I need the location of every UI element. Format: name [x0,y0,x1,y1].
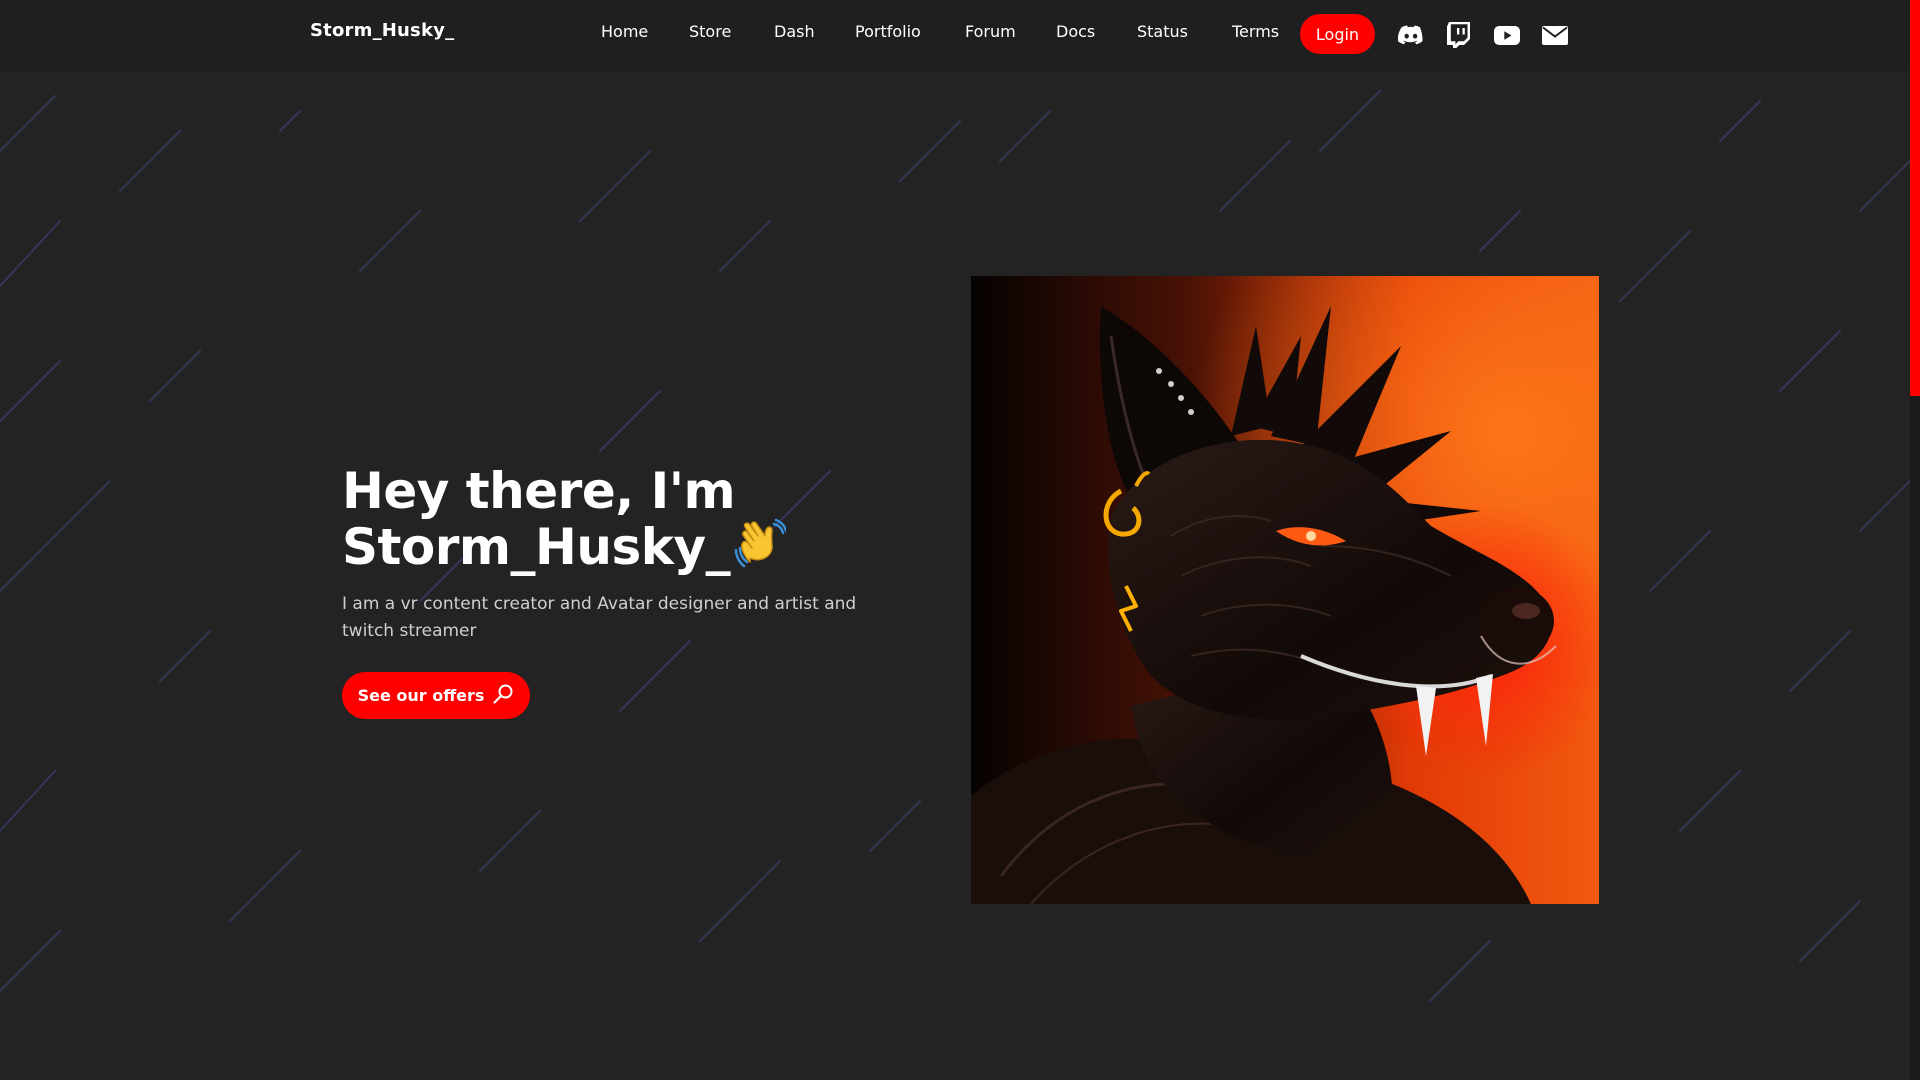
hero-title-line2: Storm_Husky_ [342,518,731,576]
brand-logo[interactable]: Storm_Husky_ [310,20,454,41]
nav-docs[interactable]: Docs [1056,22,1095,41]
nav-store[interactable]: Store [689,22,731,41]
black-wolf-avatar-image [971,276,1599,904]
page: Storm_Husky_ Home Store Dash Portfolio F… [0,0,1920,1080]
nav-dash[interactable]: Dash [774,22,815,41]
hero-title-line1: Hey there, I'm [342,462,736,520]
hero-description: I am a vr content creator and Avatar des… [342,594,857,641]
waving-hand-icon [734,518,788,580]
nav-home[interactable]: Home [601,22,648,41]
hero-title: Hey there, I'm Storm_Husky_ [342,465,902,580]
nav-portfolio[interactable]: Portfolio [855,22,921,41]
scrollbar-thumb[interactable] [1910,0,1920,396]
see-offers-button[interactable]: See our offers [342,672,530,719]
youtube-icon[interactable] [1492,20,1522,50]
see-offers-label: See our offers [357,686,485,705]
rain-background [0,90,1910,1002]
nav-terms[interactable]: Terms [1232,22,1279,41]
nav-forum[interactable]: Forum [965,22,1016,41]
search-icon [492,683,514,709]
twitch-icon[interactable] [1444,20,1474,50]
discord-icon[interactable] [1396,20,1426,50]
login-button[interactable]: Login [1300,14,1375,54]
navbar: Storm_Husky_ Home Store Dash Portfolio F… [0,0,1910,71]
mail-icon[interactable] [1540,20,1570,50]
nav-status[interactable]: Status [1137,22,1188,41]
